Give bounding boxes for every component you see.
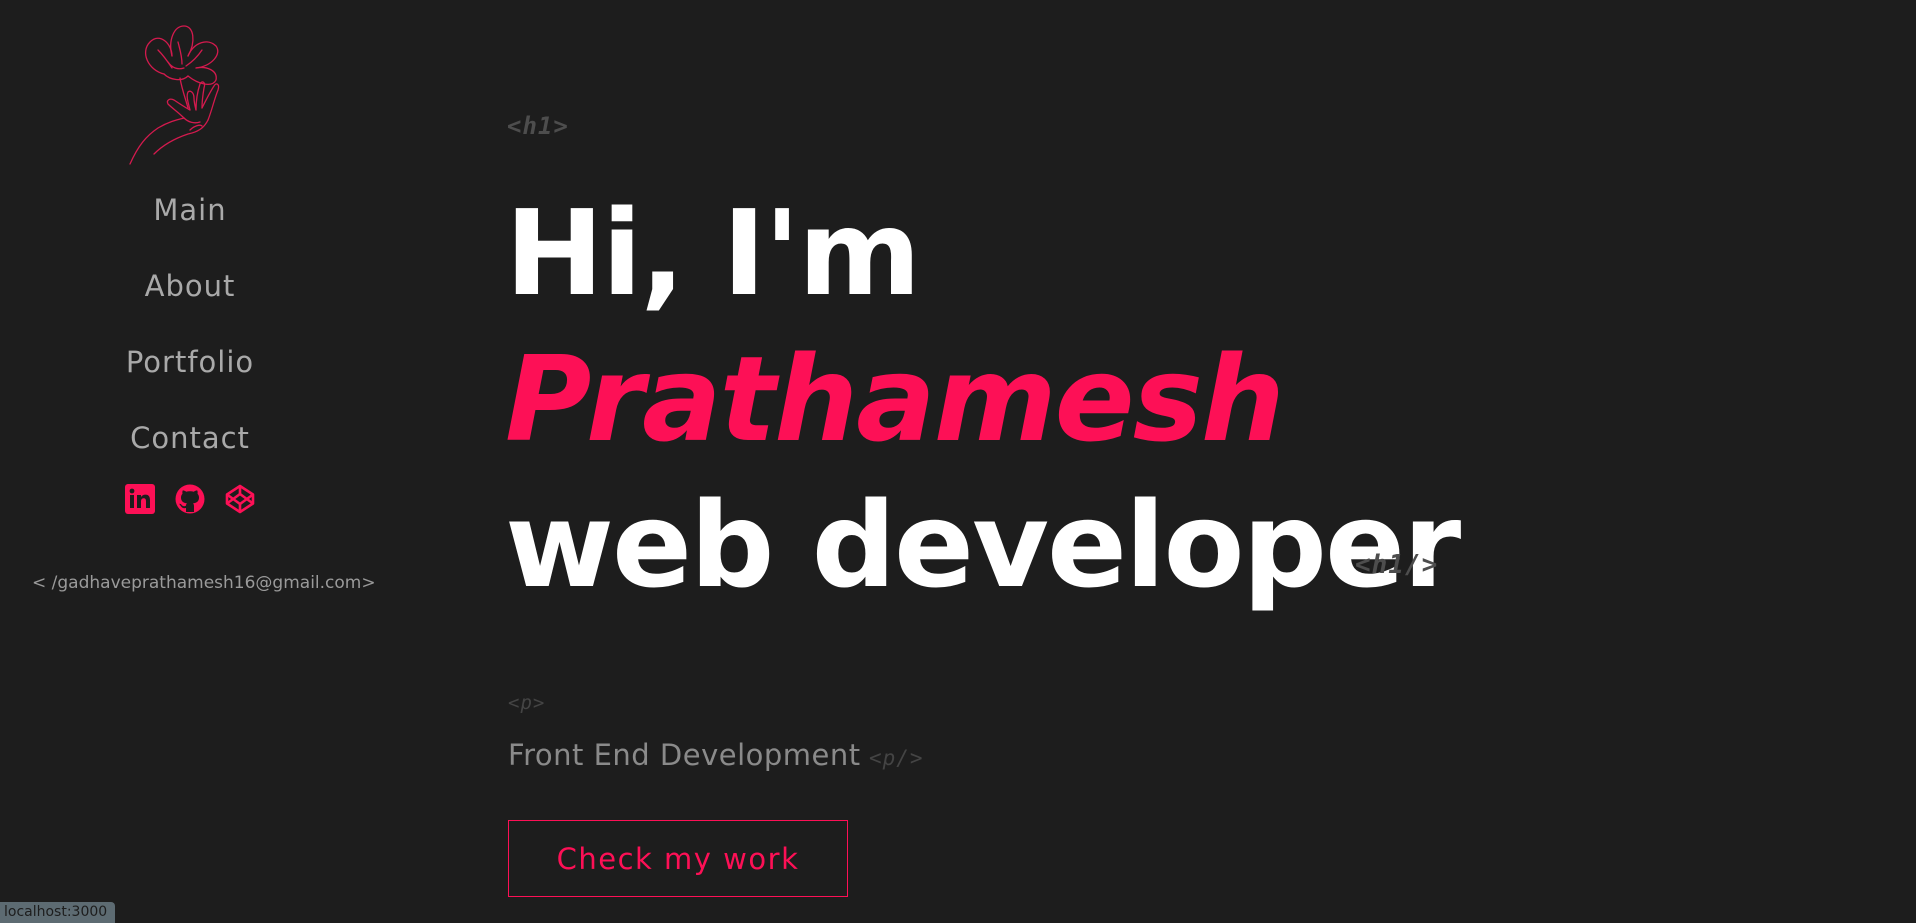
contact-email[interactable]: < /gadhaveprathamesh16@gmail.com> [32, 573, 376, 593]
hero-headline: Hi, I'm Prathamesh web developer [505, 180, 1461, 618]
linkedin-icon[interactable] [125, 484, 155, 514]
role-line: web developer [505, 476, 1461, 614]
h1-close-tag-decoration: <h1/> [1355, 550, 1439, 580]
codepen-icon[interactable] [225, 484, 255, 514]
page: Main About Portfolio Contact < /gadhavep… [0, 0, 1916, 923]
p-close-tag-decoration: <p/> [869, 746, 924, 770]
h1-open-tag-decoration: <h1> [507, 112, 569, 140]
hero-subtitle: Front End Development [508, 738, 861, 772]
github-icon[interactable] [175, 484, 205, 514]
main-nav: Main About Portfolio Contact [0, 186, 380, 490]
browser-status-bar: localhost:3000 [0, 902, 116, 923]
social-links [0, 484, 380, 514]
sidebar: Main About Portfolio Contact < /gadhavep… [0, 0, 380, 923]
nav-item-portfolio[interactable]: Portfolio [126, 338, 254, 414]
nav-item-about[interactable]: About [145, 262, 236, 338]
p-open-tag-decoration: <p> [508, 692, 546, 714]
name-line: Prathamesh [505, 330, 1285, 468]
logo-hand-flower-icon[interactable] [128, 22, 250, 167]
check-my-work-button[interactable]: Check my work [508, 820, 848, 897]
nav-item-contact[interactable]: Contact [130, 414, 250, 490]
nav-item-main[interactable]: Main [153, 186, 226, 262]
greeting-line: Hi, I'm [505, 184, 921, 322]
